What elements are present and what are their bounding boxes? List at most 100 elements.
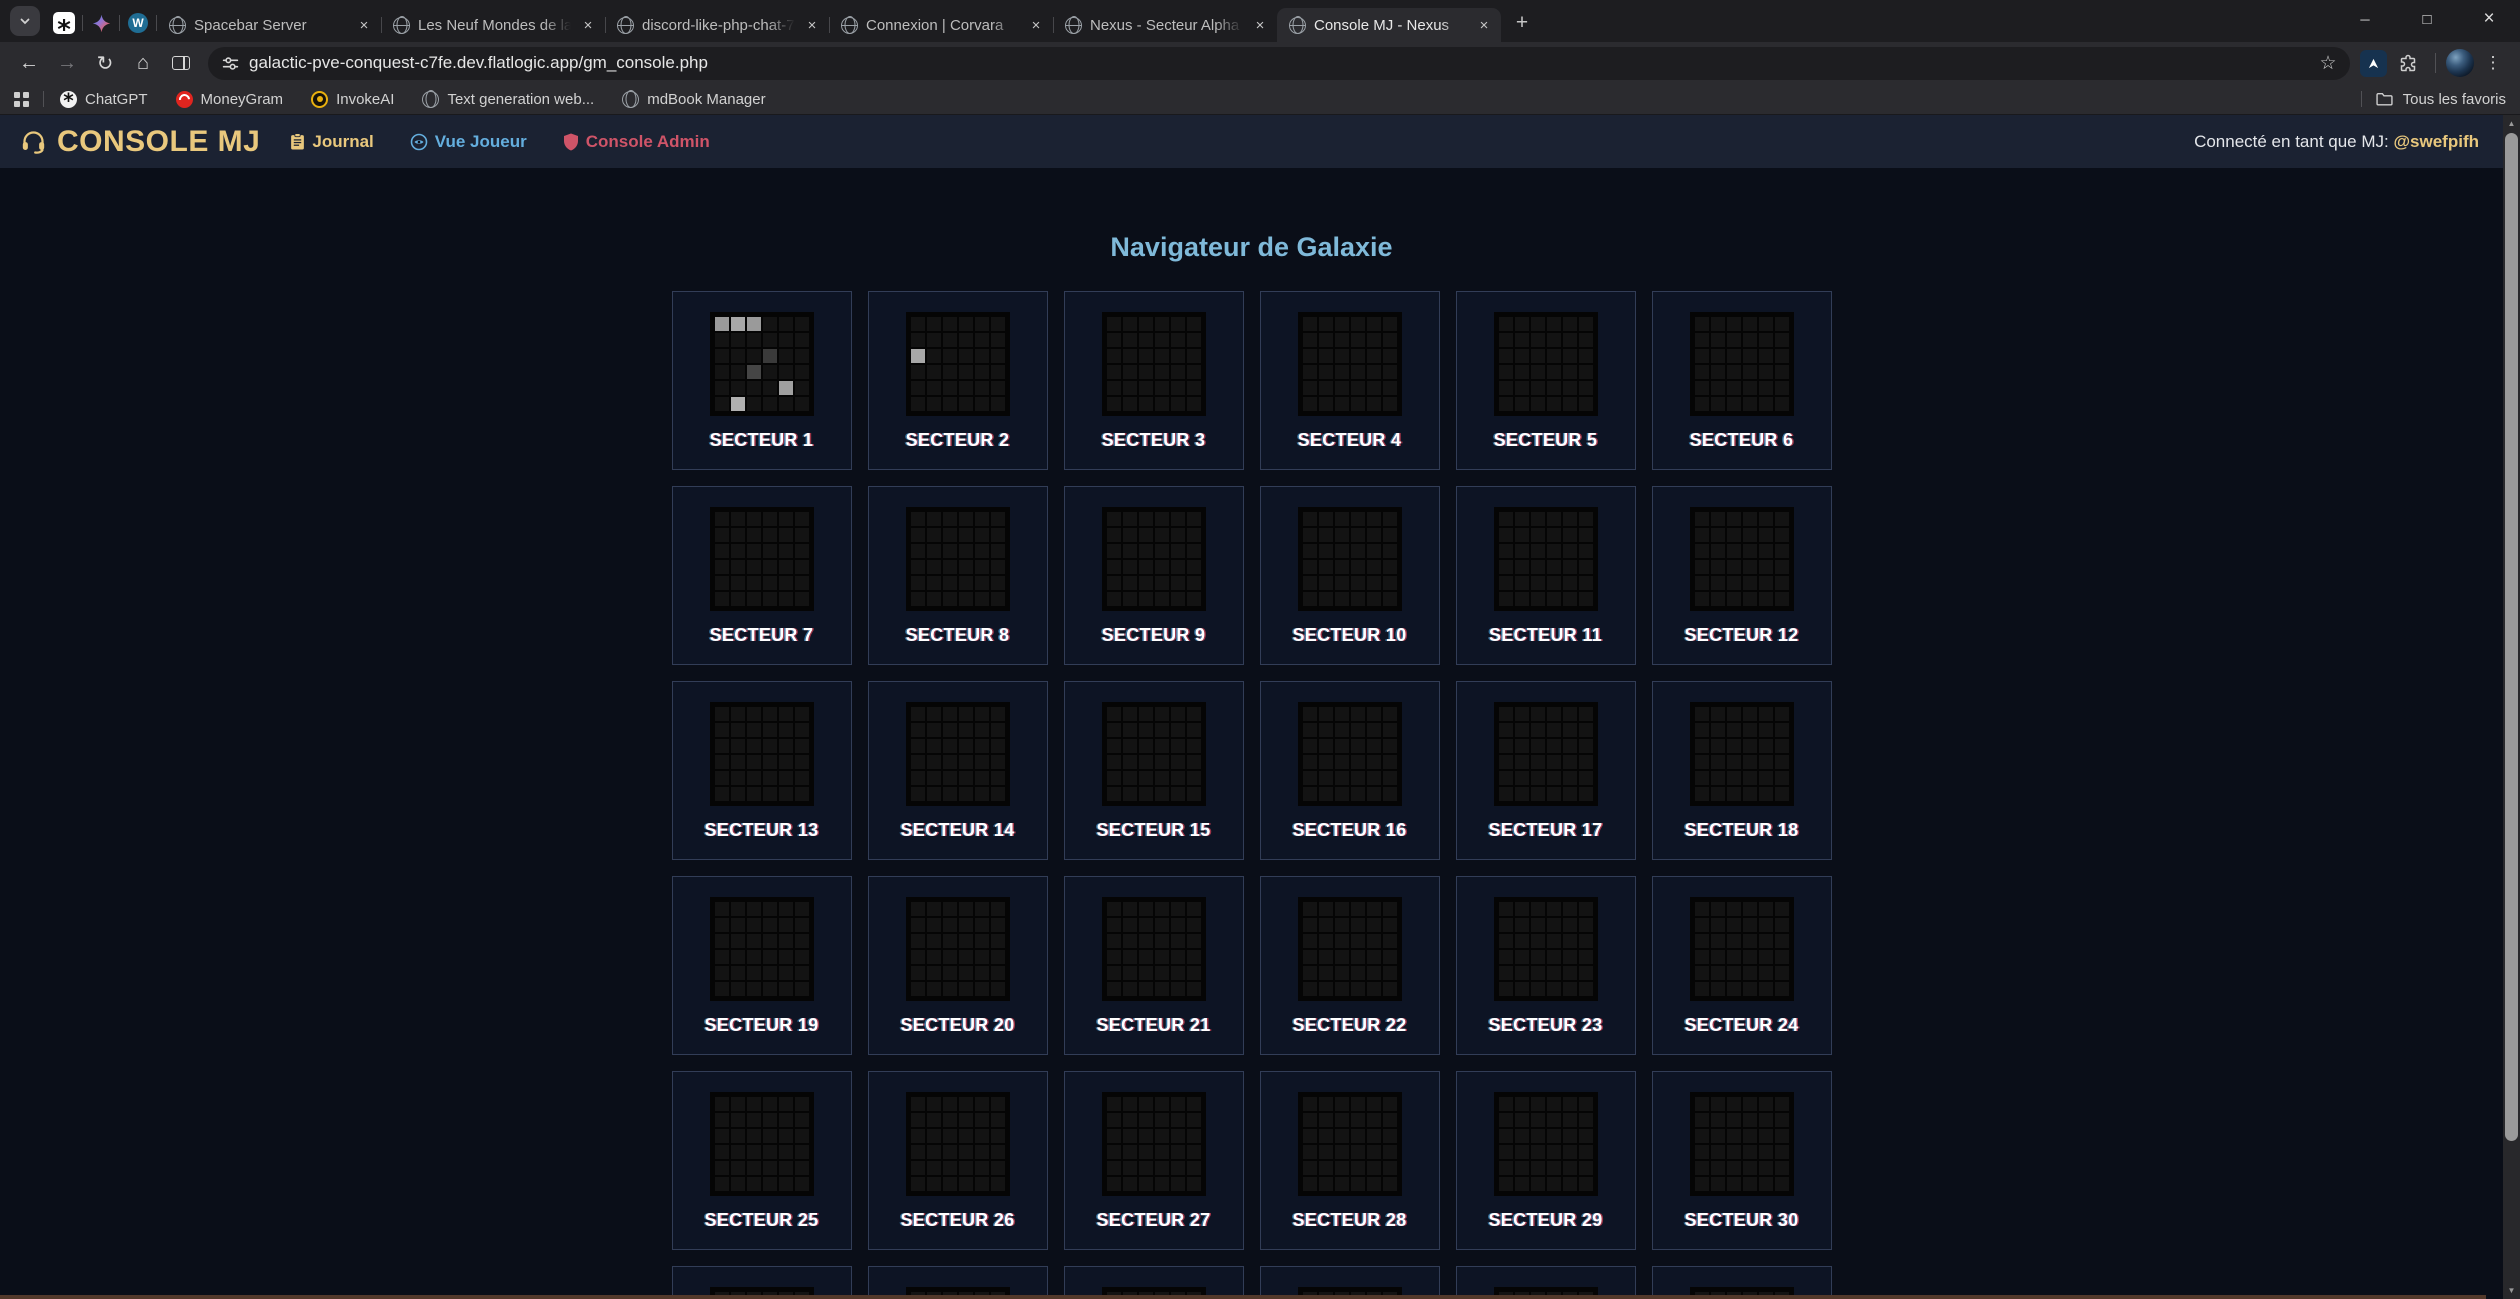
sector-card[interactable]: SECTEUR 4 bbox=[1260, 291, 1440, 470]
nav-journal[interactable]: Journal bbox=[290, 132, 373, 152]
sector-card[interactable]: SECTEUR 10 bbox=[1260, 486, 1440, 665]
sector-cell bbox=[975, 950, 989, 964]
sector-card[interactable]: SECTEUR 11 bbox=[1456, 486, 1636, 665]
sector-card[interactable]: SECTEUR 3 bbox=[1064, 291, 1244, 470]
scroll-down-button[interactable]: ▼ bbox=[2503, 1282, 2520, 1299]
sector-card[interactable]: SECTEUR 28 bbox=[1260, 1071, 1440, 1250]
refresh-button[interactable]: ↻ bbox=[88, 46, 122, 80]
sector-card[interactable]: SECTEUR 13 bbox=[672, 681, 852, 860]
sector-card[interactable]: SECTEUR 29 bbox=[1456, 1071, 1636, 1250]
sector-cell bbox=[975, 592, 989, 606]
extension-pinned-button[interactable] bbox=[2360, 50, 2387, 77]
sector-cell bbox=[1499, 755, 1513, 769]
sector-card[interactable]: SECTEUR 7 bbox=[672, 486, 852, 665]
sector-cell bbox=[1319, 1161, 1333, 1175]
omnibox[interactable]: galactic-pve-conquest-c7fe.dev.flatlogic… bbox=[208, 47, 2350, 80]
sector-card[interactable]: SECTEUR 26 bbox=[868, 1071, 1048, 1250]
sector-label: SECTEUR 13 bbox=[673, 820, 851, 841]
bookmark-item[interactable]: ChatGPT bbox=[60, 91, 148, 108]
browser-tab[interactable]: Les Neuf Mondes de la Mytholo × bbox=[381, 8, 605, 42]
pinned-tab-gemini[interactable] bbox=[83, 6, 119, 40]
sector-cell bbox=[1547, 592, 1561, 606]
minimize-button[interactable]: ─ bbox=[2334, 0, 2396, 38]
sector-card[interactable]: SECTEUR 18 bbox=[1652, 681, 1832, 860]
sector-cell bbox=[1775, 755, 1789, 769]
extensions-button[interactable] bbox=[2391, 46, 2425, 80]
sector-cell bbox=[1743, 982, 1757, 996]
browser-tab[interactable]: discord-like-php-chat-7262.dev × bbox=[605, 8, 829, 42]
sector-cell bbox=[1727, 723, 1741, 737]
sector-cell bbox=[1367, 317, 1381, 331]
profile-avatar[interactable] bbox=[2446, 49, 2474, 77]
home-button[interactable]: ⌂ bbox=[126, 46, 160, 80]
sector-cell bbox=[927, 950, 941, 964]
sector-card[interactable]: SECTEUR 2 bbox=[868, 291, 1048, 470]
maximize-button[interactable]: □ bbox=[2396, 0, 2458, 38]
sector-cell bbox=[779, 739, 793, 753]
sector-cell bbox=[1123, 1113, 1137, 1127]
back-button[interactable]: ← bbox=[12, 46, 46, 80]
new-tab-button[interactable]: + bbox=[1507, 8, 1537, 38]
sector-cell bbox=[1775, 365, 1789, 379]
sector-card[interactable]: SECTEUR 15 bbox=[1064, 681, 1244, 860]
scroll-up-button[interactable]: ▲ bbox=[2503, 115, 2520, 132]
nav-vue-joueur[interactable]: Vue Joueur bbox=[410, 132, 527, 152]
sector-label: SECTEUR 1 bbox=[673, 430, 851, 451]
forward-button[interactable]: → bbox=[50, 46, 84, 80]
pinned-tab-wordpress[interactable] bbox=[120, 6, 156, 40]
sector-card[interactable]: SECTEUR 12 bbox=[1652, 486, 1832, 665]
sector-cell bbox=[1383, 1145, 1397, 1159]
page-scrollbar[interactable]: ▲ ▼ bbox=[2503, 115, 2520, 1299]
pinned-tab-chatgpt[interactable] bbox=[46, 6, 82, 40]
sector-card[interactable]: SECTEUR 14 bbox=[868, 681, 1048, 860]
sector-card[interactable]: SECTEUR 30 bbox=[1652, 1071, 1832, 1250]
sector-card[interactable]: SECTEUR 19 bbox=[672, 876, 852, 1055]
sector-card[interactable]: SECTEUR 25 bbox=[672, 1071, 852, 1250]
sector-card[interactable]: SECTEUR 24 bbox=[1652, 876, 1832, 1055]
browser-tab[interactable]: Spacebar Server × bbox=[157, 8, 381, 42]
sector-card[interactable]: SECTEUR 20 bbox=[868, 876, 1048, 1055]
tab-search-button[interactable] bbox=[10, 6, 40, 36]
sector-card[interactable]: SECTEUR 21 bbox=[1064, 876, 1244, 1055]
tab-close-icon[interactable]: × bbox=[355, 16, 373, 34]
browser-tab[interactable]: Connexion | Corvara × bbox=[829, 8, 1053, 42]
sector-card[interactable]: SECTEUR 17 bbox=[1456, 681, 1636, 860]
tab-close-icon[interactable]: × bbox=[1475, 16, 1493, 34]
sector-card[interactable]: SECTEUR 1 bbox=[672, 291, 852, 470]
tab-close-icon[interactable]: × bbox=[1251, 16, 1269, 34]
close-window-button[interactable]: × bbox=[2458, 0, 2520, 38]
sector-card[interactable]: SECTEUR 6 bbox=[1652, 291, 1832, 470]
side-panel-button[interactable] bbox=[164, 46, 198, 80]
sector-cell bbox=[1107, 576, 1121, 590]
sector-card[interactable]: SECTEUR 5 bbox=[1456, 291, 1636, 470]
bookmark-item[interactable]: InvokeAI bbox=[311, 91, 394, 108]
sector-card[interactable]: SECTEUR 22 bbox=[1260, 876, 1440, 1055]
tab-close-icon[interactable]: × bbox=[803, 16, 821, 34]
bookmarks-bar: ChatGPT MoneyGram InvokeAI Text generati… bbox=[0, 84, 2520, 115]
sector-cell bbox=[763, 365, 777, 379]
browser-tab[interactable]: Console MJ - Nexus × bbox=[1277, 8, 1501, 42]
sector-card[interactable]: SECTEUR 9 bbox=[1064, 486, 1244, 665]
bookmark-item[interactable]: mdBook Manager bbox=[622, 91, 765, 108]
sector-card[interactable]: SECTEUR 27 bbox=[1064, 1071, 1244, 1250]
scrollbar-thumb[interactable] bbox=[2505, 133, 2518, 1141]
tab-close-icon[interactable]: × bbox=[579, 16, 597, 34]
sector-card[interactable]: SECTEUR 23 bbox=[1456, 876, 1636, 1055]
browser-tab[interactable]: Nexus - Secteur Alpha [G1] × bbox=[1053, 8, 1277, 42]
sector-card[interactable]: SECTEUR 16 bbox=[1260, 681, 1440, 860]
sector-cell bbox=[943, 902, 957, 916]
browser-menu-button[interactable]: ⋮ bbox=[2478, 48, 2508, 78]
nav-console-admin[interactable]: Console Admin bbox=[563, 132, 710, 152]
sector-cell bbox=[1727, 1113, 1741, 1127]
sector-cell bbox=[1171, 544, 1185, 558]
bookmark-star-icon[interactable]: ☆ bbox=[2314, 49, 2342, 77]
sector-cell bbox=[1367, 528, 1381, 542]
bookmark-item[interactable]: MoneyGram bbox=[176, 91, 284, 108]
tab-close-icon[interactable]: × bbox=[1027, 16, 1045, 34]
bookmark-item[interactable]: Text generation web... bbox=[422, 91, 594, 108]
all-bookmarks-button[interactable]: Tous les favoris bbox=[2361, 91, 2506, 108]
sector-cell bbox=[1743, 771, 1757, 785]
sector-card[interactable]: SECTEUR 8 bbox=[868, 486, 1048, 665]
sector-cell bbox=[1367, 592, 1381, 606]
apps-grid-icon[interactable] bbox=[14, 92, 29, 107]
